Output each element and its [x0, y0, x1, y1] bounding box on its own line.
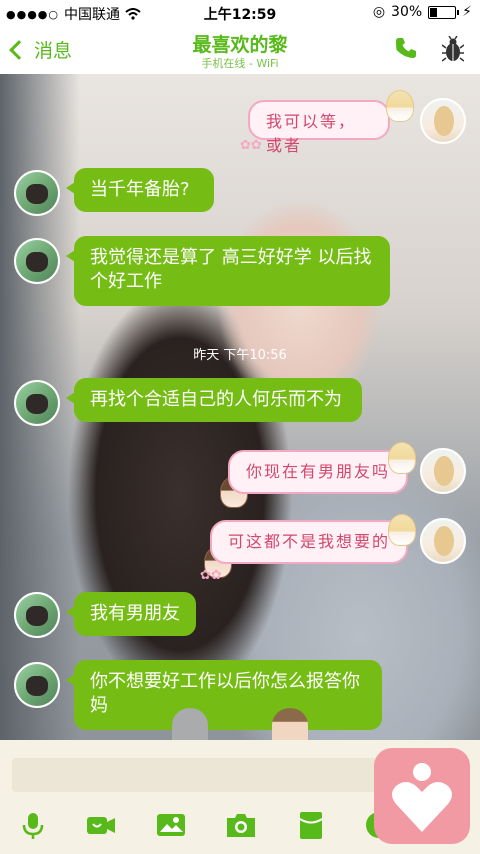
battery-percent: 30% [391, 4, 423, 20]
message-list[interactable]: 我可以等，或者 ✿✿ 当千年备胎? 我觉得还是算了 高三好好学 以后找个好工作 … [0, 74, 480, 742]
contact-avatar[interactable] [14, 662, 60, 708]
my-avatar[interactable] [420, 448, 466, 494]
rotation-lock-icon: ◎ [372, 4, 386, 20]
phone-call-icon[interactable] [394, 36, 418, 60]
sticker-character-decoration [388, 442, 416, 474]
battery-icon [428, 5, 460, 19]
camera-icon[interactable] [226, 810, 256, 840]
chat-header: 消息 最喜欢的黎 手机在线 - WiFi [0, 26, 480, 74]
contact-avatar[interactable] [14, 380, 60, 426]
peeking-character-sticker [172, 708, 208, 742]
message-bubble-incoming[interactable]: 我觉得还是算了 高三好好学 以后找个好工作 [66, 236, 390, 306]
peeking-character-sticker [272, 708, 308, 742]
sticker-character-decoration [388, 514, 416, 546]
heart-sticker-app-button[interactable] [374, 748, 470, 844]
message-timestamp: 昨天 下午10:56 [193, 348, 287, 363]
microphone-icon[interactable] [18, 810, 48, 840]
status-bar: ●●●●○ 中国联通 上午12:59 ◎ 30% ⚡ [0, 0, 480, 26]
contact-avatar[interactable] [14, 170, 60, 216]
message-bubble-outgoing[interactable]: 你现在有男朋友吗 [228, 450, 408, 494]
message-bubble-incoming[interactable]: 你不想要好工作以后你怎么报答你妈 [66, 660, 382, 730]
message-bubble-incoming[interactable]: 再找个合适自己的人何乐而不为 [66, 378, 362, 422]
message-bubble-incoming[interactable]: 当千年备胎? [66, 168, 214, 212]
charging-bolt-icon: ⚡ [462, 4, 472, 20]
message-input[interactable] [12, 758, 400, 792]
my-avatar[interactable] [420, 98, 466, 144]
red-packet-icon[interactable] [296, 810, 326, 840]
flower-decoration: ✿✿ [240, 138, 262, 153]
message-bubble-outgoing[interactable]: 我可以等，或者 [248, 100, 390, 155]
video-icon[interactable] [86, 810, 116, 840]
sticker-character-decoration [386, 90, 414, 122]
flower-decoration: ✿✿ [200, 568, 222, 583]
contact-avatar[interactable] [14, 238, 60, 284]
heart-person-icon [392, 763, 452, 832]
message-bubble-outgoing[interactable]: 可这都不是我想要的 [210, 520, 408, 564]
contact-avatar[interactable] [14, 592, 60, 638]
my-avatar[interactable] [420, 518, 466, 564]
beetle-menu-icon[interactable] [442, 36, 464, 62]
message-bubble-incoming[interactable]: 我有男朋友 [66, 592, 196, 636]
image-icon[interactable] [156, 810, 186, 840]
